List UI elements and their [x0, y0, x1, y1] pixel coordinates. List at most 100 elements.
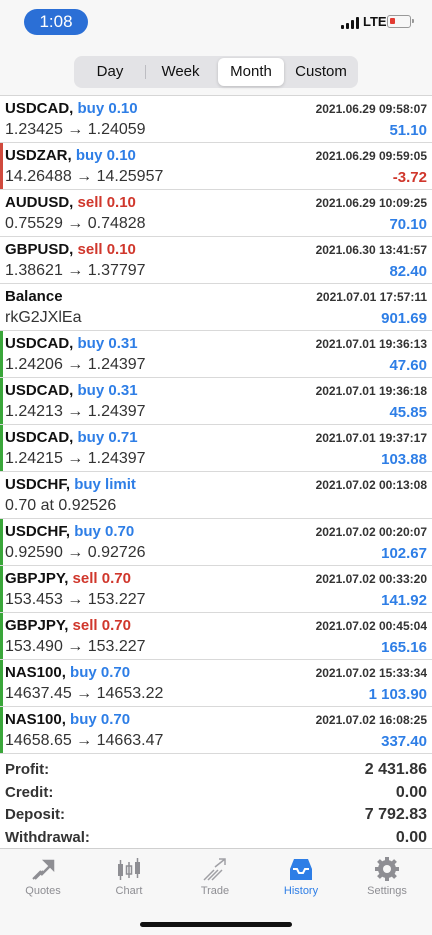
row-action: buy 0.10 — [75, 147, 136, 164]
signal-icon — [341, 17, 361, 29]
row-title: USDCAD, buy 0.31 — [5, 381, 138, 401]
row-symbol: NAS100, — [5, 711, 66, 728]
row-symbol: USDCAD, — [5, 429, 74, 446]
history-row[interactable]: USDCAD, buy 0.71 1.24215 → 1.24397 2021.07… — [0, 425, 432, 472]
history-row[interactable]: GBPJPY, sell 0.70 153.490 → 153.227 2021.0… — [0, 613, 432, 660]
row-title: USDCAD, buy 0.10 — [5, 99, 138, 119]
row-action: sell 0.10 — [77, 194, 136, 211]
row-action: sell 0.10 — [77, 241, 136, 258]
tab-label: Quotes — [25, 885, 61, 897]
row-time: 2021.07.02 00:20:07 — [315, 525, 427, 539]
row-prices: 1.24206 → 1.24397 — [5, 356, 146, 373]
row-action: buy 0.70 — [74, 523, 135, 540]
row-action: buy 0.10 — [77, 100, 138, 117]
status-time[interactable]: 1:08 — [24, 9, 88, 35]
row-prices: 14.26488 → 14.25957 — [5, 168, 164, 185]
tab-label: History — [283, 885, 319, 897]
summary-label: Credit: — [5, 783, 54, 801]
tab-trade[interactable]: Trade — [172, 849, 258, 905]
summary-credit: Credit: 0.00 — [0, 783, 432, 806]
trade-result-marker — [0, 519, 3, 565]
period-tab-day[interactable]: Day — [76, 58, 144, 86]
row-action: sell 0.70 — [72, 617, 131, 634]
period-tab-custom[interactable]: Custom — [286, 58, 356, 86]
battery-icon — [387, 15, 414, 28]
trade-result-marker — [0, 143, 3, 189]
row-prices: rkG2JXlEa — [5, 309, 82, 326]
row-symbol: USDCHF, — [5, 476, 71, 493]
row-action: buy 0.70 — [70, 664, 131, 681]
row-time: 2021.07.01 19:37:17 — [315, 431, 427, 445]
row-symbol: Balance — [5, 288, 63, 305]
home-indicator[interactable] — [140, 922, 292, 927]
summary-profit: Profit: 2 431.86 — [0, 760, 432, 783]
row-action: buy 0.31 — [77, 335, 138, 352]
row-value: 141.92 — [381, 592, 427, 609]
row-title: GBPUSD, sell 0.10 — [5, 240, 136, 260]
row-title: USDCAD, buy 0.31 — [5, 334, 138, 354]
row-time: 2021.07.01 19:36:18 — [315, 384, 427, 398]
row-prices: 1.23425 → 1.24059 — [5, 121, 146, 138]
row-symbol: USDZAR, — [5, 147, 72, 164]
row-value: 165.16 — [381, 639, 427, 656]
row-value: 45.85 — [389, 404, 427, 421]
tab-history[interactable]: History — [258, 849, 344, 905]
row-symbol: USDCHF, — [5, 523, 71, 540]
summary-panel: Profit: 2 431.86 Credit: 0.00 Deposit: 7… — [0, 760, 432, 850]
trade-icon — [203, 858, 226, 881]
row-time: 2021.06.29 09:59:05 — [315, 149, 427, 163]
row-prices: 14637.45 → 14653.22 — [5, 685, 164, 702]
trade-result-marker — [0, 660, 3, 706]
row-action: buy 0.71 — [77, 429, 138, 446]
history-row[interactable]: GBPUSD, sell 0.10 1.38621 → 1.37797 2021.0… — [0, 237, 432, 284]
history-list: USDCAD, buy 0.10 1.23425 → 1.24059 2021.06… — [0, 96, 432, 754]
tab-settings[interactable]: Settings — [344, 849, 430, 905]
row-time: 2021.07.02 16:08:25 — [315, 713, 427, 727]
tab-chart[interactable]: Chart — [86, 849, 172, 905]
history-row[interactable]: USDZAR, buy 0.10 14.26488 → 14.25957 2021.… — [0, 143, 432, 190]
trade-result-marker — [0, 378, 3, 424]
row-action: buy 0.70 — [70, 711, 131, 728]
row-value: 47.60 — [389, 357, 427, 374]
tab-label: Trade — [200, 885, 230, 897]
trade-result-marker — [0, 566, 3, 612]
row-time: 2021.07.01 17:57:11 — [316, 290, 427, 304]
summary-value: 0.00 — [395, 783, 427, 801]
history-row[interactable]: Balance rkG2JXlEa 2021.07.01 17:57:11 901.… — [0, 284, 432, 331]
row-action: sell 0.70 — [72, 570, 131, 587]
trade-result-marker — [0, 707, 3, 753]
row-title: USDCHF, buy limit — [5, 475, 136, 495]
row-time: 2021.07.02 00:13:08 — [315, 478, 427, 492]
history-row[interactable]: AUDUSD, sell 0.10 0.75529 → 0.74828 2021.0… — [0, 190, 432, 237]
history-icon — [290, 859, 312, 880]
period-tab-week[interactable]: Week — [146, 58, 215, 86]
history-row[interactable]: USDCAD, buy 0.31 1.24206 → 1.24397 2021.07… — [0, 331, 432, 378]
quotes-icon — [32, 859, 55, 880]
history-row[interactable]: NAS100, buy 0.70 14637.45 → 14653.22 2021.… — [0, 660, 432, 707]
row-value: 102.67 — [381, 545, 427, 562]
trade-result-marker — [0, 613, 3, 659]
row-title: NAS100, buy 0.70 — [5, 710, 130, 730]
row-value: 70.10 — [389, 216, 427, 233]
history-row[interactable]: USDCHF, buy limit 0.70 at 0.92526 2021.07.… — [0, 472, 432, 519]
tab-quotes[interactable]: Quotes — [0, 849, 86, 905]
row-prices: 1.24215 → 1.24397 — [5, 450, 146, 467]
row-symbol: GBPUSD, — [5, 241, 74, 258]
history-row[interactable]: NAS100, buy 0.70 14658.65 → 14663.47 2021.… — [0, 707, 432, 754]
history-row[interactable]: GBPJPY, sell 0.70 153.453 → 153.227 2021.0… — [0, 566, 432, 613]
summary-value: 0.00 — [395, 828, 427, 846]
row-symbol: USDCAD, — [5, 335, 74, 352]
summary-label: Withdrawal: — [5, 828, 90, 846]
summary-value: 2 431.86 — [364, 761, 427, 778]
row-action: buy 0.31 — [77, 382, 138, 399]
row-time: 2021.07.02 15:33:34 — [315, 666, 427, 680]
network-label: LTE — [363, 14, 387, 29]
row-value: 82.40 — [389, 263, 427, 280]
row-symbol: GBPJPY, — [5, 617, 69, 634]
history-row[interactable]: USDCAD, buy 0.31 1.24213 → 1.24397 2021.07… — [0, 378, 432, 425]
row-prices: 153.453 → 153.227 — [5, 591, 146, 608]
history-row[interactable]: USDCHF, buy 0.70 0.92590 → 0.92726 2021.07… — [0, 519, 432, 566]
history-row[interactable]: USDCAD, buy 0.10 1.23425 → 1.24059 2021.06… — [0, 96, 432, 143]
period-tab-month[interactable]: Month — [218, 58, 284, 86]
row-title: GBPJPY, sell 0.70 — [5, 569, 131, 589]
